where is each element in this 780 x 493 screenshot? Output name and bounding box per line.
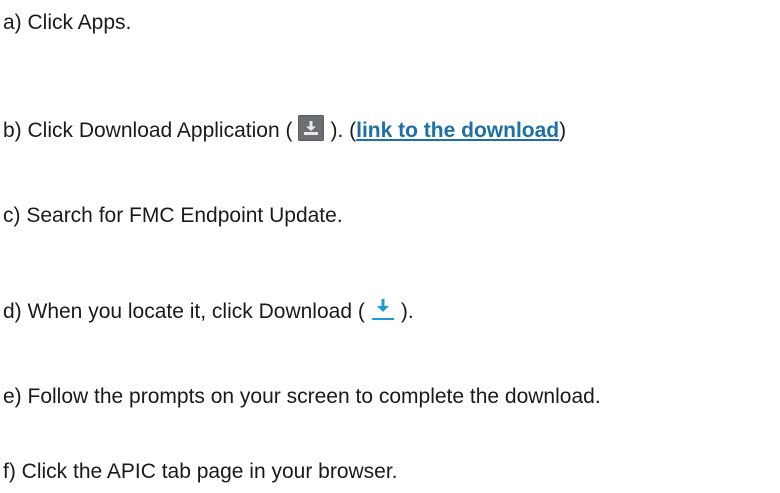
step-f: f) Click the APIC tab page in your brows… (3, 459, 398, 485)
step-c: c) Search for FMC Endpoint Update. (3, 203, 343, 229)
step-e-text: e) Follow the prompts on your screen to … (3, 385, 601, 408)
step-b-suffix: ) (559, 119, 567, 142)
step-b-prefix: b) Click Download Application ( (3, 119, 293, 142)
step-d-suffix: ). (400, 300, 414, 323)
step-d-prefix: d) When you locate it, click Download ( (3, 300, 365, 323)
step-e: e) Follow the prompts on your screen to … (3, 384, 601, 410)
step-b: b) Click Download Application ( ). ( lin… (3, 115, 566, 147)
step-a-text: a) Click Apps. (3, 11, 132, 34)
download-link[interactable]: link to the download (356, 118, 559, 144)
step-d: d) When you locate it, click Download ( … (3, 296, 414, 328)
download-arrow-icon (369, 296, 397, 324)
step-a: a) Click Apps. (3, 10, 131, 36)
step-b-mid: ). ( (330, 119, 357, 142)
download-application-icon (298, 115, 325, 141)
step-c-text: c) Search for FMC Endpoint Update. (3, 204, 343, 227)
step-f-text: f) Click the APIC tab page in your brows… (3, 460, 398, 483)
